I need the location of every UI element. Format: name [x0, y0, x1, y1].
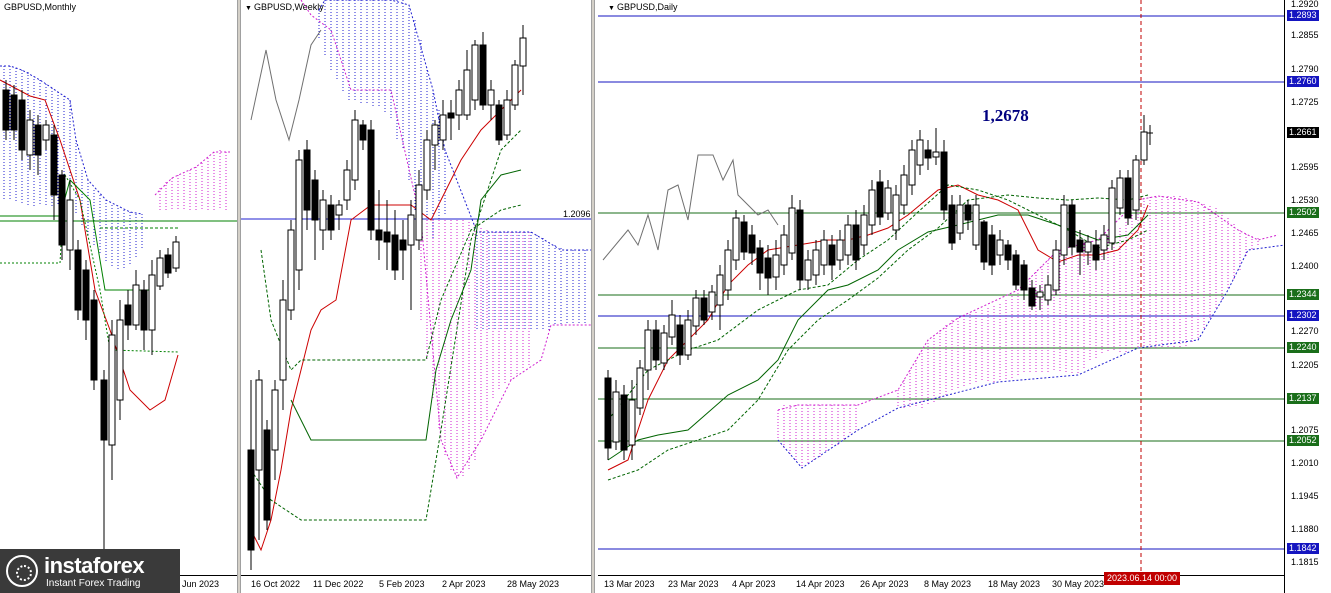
daily-chart-canvas: [598, 0, 1285, 576]
daily-x-axis: 13 Mar 2023 23 Mar 2023 4 Apr 2023 14 Ap…: [598, 575, 1285, 593]
daily-x-label: 14 Apr 2023: [796, 579, 845, 589]
daily-x-label: 13 Mar 2023: [604, 579, 655, 589]
current-price-tag: 1.2661: [1287, 127, 1319, 138]
weekly-x-axis: 16 Oct 2022 11 Dec 2022 5 Feb 2023 2 Apr…: [241, 575, 591, 593]
daily-x-label: 26 Apr 2023: [860, 579, 909, 589]
y-axis-label: 1.2725: [1291, 97, 1319, 107]
level-tag: 1.2760: [1287, 76, 1319, 87]
daily-x-label: 30 May 2023: [1052, 579, 1105, 589]
monthly-x-label: Jun 2023: [182, 579, 220, 589]
daily-y-axis: 1.2920 1.2855 1.2790 1.2725 1.2595 1.253…: [1284, 0, 1331, 593]
weekly-x-label: 16 Oct 2022: [251, 579, 301, 589]
daily-x-label: 8 May 2023: [924, 579, 972, 589]
panel-splitter-right[interactable]: [591, 0, 595, 593]
weekly-x-label: 11 Dec 2022: [313, 579, 364, 589]
instaforex-logo: instaforex Instant Forex Trading: [0, 549, 180, 593]
logo-name: instaforex: [44, 553, 145, 578]
weekly-x-label: 28 May 2023: [507, 579, 560, 589]
level-tag: 1.2240: [1287, 342, 1319, 353]
level-tag: 1.2137: [1287, 393, 1319, 404]
weekly-level-label: 1.2096: [563, 209, 591, 219]
monthly-chart-canvas: [0, 65, 237, 560]
y-axis-label: 1.2010: [1291, 458, 1319, 468]
monthly-chart-panel[interactable]: GBPUSD,Monthly Jun 2023: [0, 0, 237, 593]
y-axis-label: 1.2270: [1291, 326, 1319, 336]
daily-x-label: 23 Mar 2023: [668, 579, 719, 589]
y-axis-label: 1.2465: [1291, 228, 1319, 238]
level-tag: 1.2344: [1287, 289, 1319, 300]
y-axis-label: 1.1815: [1291, 557, 1319, 567]
y-axis-label: 1.2855: [1291, 30, 1319, 40]
level-tag: 1.1842: [1287, 543, 1319, 554]
weekly-x-label: 5 Feb 2023: [379, 579, 425, 589]
logo-icon: [6, 555, 38, 587]
y-axis-label: 1.2075: [1291, 425, 1319, 435]
daily-chart-panel[interactable]: ▼ GBPUSD,Daily 1,2678 13 Mar 2023 23 Mar…: [598, 0, 1331, 593]
level-tag: 1.2302: [1287, 310, 1319, 321]
weekly-chart-panel[interactable]: ▼ GBPUSD,Weekly 1.2096 16 Oct 2022 11 De…: [241, 0, 591, 593]
daily-x-label: 18 May 2023: [988, 579, 1041, 589]
y-axis-label: 1.2790: [1291, 64, 1319, 74]
y-axis-label: 1.2595: [1291, 162, 1319, 172]
level-tag: 1.2893: [1287, 10, 1319, 21]
level-tag: 1.2502: [1287, 207, 1319, 218]
daily-x-label: 4 Apr 2023: [732, 579, 776, 589]
y-axis-label: 1.1945: [1291, 491, 1319, 501]
y-axis-label: 1.2530: [1291, 195, 1319, 205]
level-tag: 1.2052: [1287, 435, 1319, 446]
y-axis-label: 1.2205: [1291, 360, 1319, 370]
y-axis-label: 1.2400: [1291, 261, 1319, 271]
logo-tagline: Instant Forex Trading: [46, 578, 141, 589]
price-annotation: 1,2678: [982, 106, 1029, 125]
weekly-x-label: 2 Apr 2023: [442, 579, 486, 589]
weekly-chart-canvas: 1.2096: [241, 0, 591, 570]
y-axis-label: 1.2920: [1291, 0, 1319, 9]
y-axis-label: 1.1880: [1291, 524, 1319, 534]
cursor-date-tag: 2023.06.14 00:00: [1104, 572, 1181, 585]
